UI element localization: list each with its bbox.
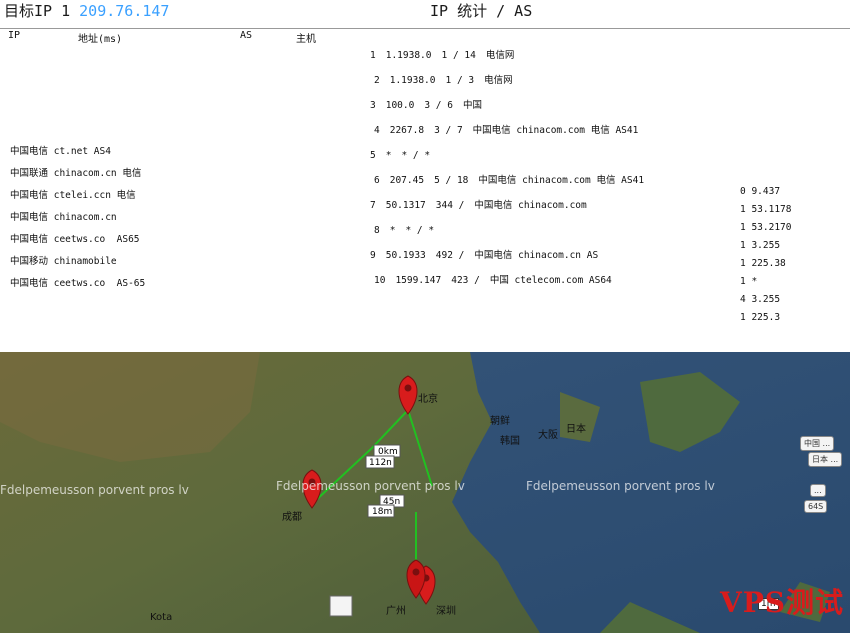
right-latency-list: 0 9.437 1 53.1178 1 53.2170 1 3.255 1 225.38…: [0, 46, 850, 346]
map-watermark-2: Fdelpemeusson porvent pros lv: [276, 479, 465, 493]
col-as: AS: [240, 30, 253, 41]
right-latency-row: 0 9.437: [740, 186, 781, 197]
side-bubble-2[interactable]: ...: [810, 484, 826, 497]
col-host: 主机: [296, 34, 316, 45]
distance-label-1: 112n: [365, 455, 395, 469]
right-latency-row: 1 225.38: [740, 258, 786, 269]
col-ip: IP: [8, 30, 21, 41]
right-latency-row: 1 53.2170: [740, 222, 792, 233]
col-latency: 地址(ms): [78, 34, 123, 45]
place-label-korea: 韩国: [500, 434, 520, 447]
place-label-japan: 日本: [566, 422, 586, 435]
map-watermark-1: Fdelpemeusson porvent pros lv: [0, 483, 189, 497]
svg-text:深圳: 深圳: [436, 605, 456, 617]
map-marker-small: [329, 595, 353, 617]
place-label-osaka: 大阪: [538, 428, 558, 441]
side-bubble-3[interactable]: 64S: [804, 500, 828, 513]
right-latency-row: 1 *: [740, 276, 758, 287]
traceroute-text-panel: 目标IP 1 209.76.147 IP 统计 / AS IP 地址(ms) A…: [0, 0, 850, 352]
place-label-kota: Kota: [150, 612, 172, 623]
place-label-korea-north: 朝鲜: [490, 414, 510, 427]
svg-text:北京: 北京: [418, 392, 438, 405]
right-latency-row: 1 53.1178: [740, 204, 792, 215]
column-headers: IP 地址(ms) AS 主机: [0, 30, 850, 46]
right-latency-row: 4 3.255: [740, 294, 781, 305]
svg-text:18m: 18m: [372, 507, 392, 517]
right-latency-row: 1 3.255: [740, 240, 781, 251]
stats-title: IP 统计 / AS: [430, 2, 533, 20]
svg-text:成都: 成都: [282, 511, 302, 523]
side-bubble-1[interactable]: 日本 ...: [808, 452, 843, 467]
svg-text:112n: 112n: [369, 458, 392, 468]
distance-label-3: 18m: [367, 504, 395, 518]
distance-label-0: 0km: [373, 444, 401, 458]
header-divider: [0, 28, 850, 29]
svg-text:广州: 广州: [386, 605, 406, 617]
brand-watermark: VPS测试: [719, 586, 844, 619]
target-ip-header: 目标IP 1 209.76.147: [4, 2, 170, 20]
target-ip-value[interactable]: 209.76.147: [79, 2, 169, 20]
map-watermark-3: Fdelpemeusson porvent pros lv: [526, 479, 715, 493]
side-bubble-0[interactable]: 中国 ...: [800, 436, 835, 451]
right-latency-row: 1 225.3: [740, 312, 781, 323]
